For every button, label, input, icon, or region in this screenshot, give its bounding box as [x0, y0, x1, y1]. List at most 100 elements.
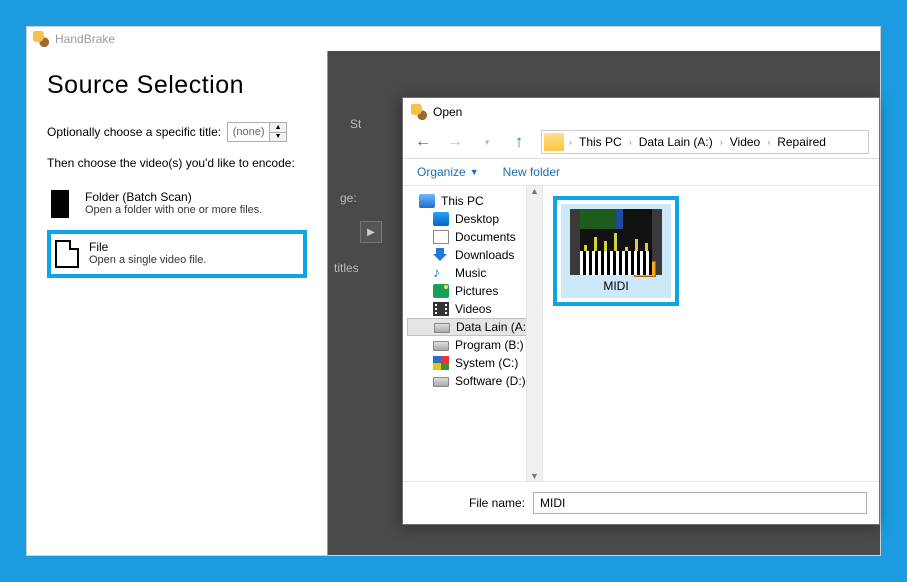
- handbrake-window: HandBrake Source Selection Optionally ch…: [26, 26, 881, 556]
- organize-label: Organize: [417, 165, 466, 179]
- chevron-right-icon: ›: [626, 137, 635, 147]
- thumbnail-bars: [580, 229, 652, 251]
- nav-back-button[interactable]: ←: [413, 133, 433, 151]
- title-spinner[interactable]: (none) ▲ ▼: [227, 122, 287, 142]
- drive-icon: [433, 341, 449, 351]
- chevron-up-icon: ▲: [530, 186, 539, 196]
- dialog-title-bar: Open: [403, 98, 879, 126]
- breadcrumb[interactable]: › This PC › Data Lain (A:) › Video › Rep…: [541, 130, 869, 154]
- file-open-dialog: Open ← → ▾ ↑ › This PC › Data Lain (A:) …: [402, 97, 880, 525]
- source-selection-pane: Source Selection Optionally choose a spe…: [27, 51, 327, 555]
- chevron-right-icon: ›: [566, 137, 575, 147]
- nav-tree: This PC Desktop Documents Downloads ♪ Music Pi…: [403, 186, 543, 481]
- tree-item-program-b-[interactable]: Program (B:): [407, 336, 542, 354]
- doc-icon: [433, 230, 449, 244]
- codec-badge: 321: [634, 261, 656, 277]
- tree-item-label: Data Lain (A:): [456, 320, 530, 334]
- tree-item-label: Music: [455, 266, 486, 280]
- breadcrumb-item[interactable]: Video: [726, 135, 764, 149]
- folder-option-title: Folder (Batch Scan): [85, 190, 262, 204]
- video-thumbnail: 321: [570, 209, 662, 275]
- dialog-footer: File name:: [403, 481, 879, 524]
- tree-item-system-c-[interactable]: System (C:): [407, 354, 542, 372]
- tree-item-pictures[interactable]: Pictures: [407, 282, 542, 300]
- folder-icon: [51, 190, 75, 218]
- nav-history-dropdown[interactable]: ▾: [477, 137, 497, 148]
- tree-item-desktop[interactable]: Desktop: [407, 210, 542, 228]
- tree-item-label: Documents: [455, 230, 516, 244]
- tree-item-label: Downloads: [455, 248, 514, 262]
- bg-label-age: ge:: [340, 191, 357, 205]
- bg-label-titles: titles: [334, 261, 359, 275]
- title-spinner-value: (none): [228, 123, 270, 141]
- tree-item-software-d-[interactable]: Software (D:): [407, 372, 542, 390]
- tree-item-downloads[interactable]: Downloads: [407, 246, 542, 264]
- tree-item-label: System (C:): [455, 356, 518, 370]
- file-item-name: MIDI: [566, 279, 666, 293]
- tree-item-label: Desktop: [455, 212, 499, 226]
- tree-item-label: Program (B:): [455, 338, 524, 352]
- tree-item-label: Software (D:): [455, 374, 526, 388]
- title-chooser-label: Optionally choose a specific title:: [47, 125, 221, 139]
- folder-option-text: Folder (Batch Scan) Open a folder with o…: [85, 190, 262, 216]
- filename-label: File name:: [469, 496, 525, 510]
- down-icon: [433, 248, 449, 262]
- organize-button[interactable]: Organize ▼: [417, 165, 479, 179]
- tree-item-label: Pictures: [455, 284, 498, 298]
- title-spinner-arrows[interactable]: ▲ ▼: [270, 123, 286, 141]
- breadcrumb-item[interactable]: Data Lain (A:): [635, 135, 717, 149]
- pic-icon: [433, 284, 449, 298]
- dialog-toolbar: Organize ▼ New folder: [403, 159, 879, 186]
- chevron-down-icon: ▼: [530, 471, 539, 481]
- title-bar: HandBrake: [27, 27, 880, 51]
- file-icon: [55, 240, 79, 268]
- music-icon: ♪: [433, 266, 449, 280]
- handbrake-icon: [411, 104, 427, 120]
- chevron-right-icon: ›: [717, 137, 726, 147]
- folder-option[interactable]: Folder (Batch Scan) Open a folder with o…: [47, 184, 307, 224]
- handbrake-icon: [33, 31, 49, 47]
- file-item-highlight: 321 MIDI: [553, 196, 679, 306]
- chevron-up-icon[interactable]: ▲: [270, 123, 286, 133]
- source-heading: Source Selection: [47, 71, 307, 100]
- drive-icon: [434, 323, 450, 333]
- nav-forward-button[interactable]: →: [445, 133, 465, 151]
- chevron-down-icon: ▼: [470, 167, 479, 177]
- tree-scrollbar[interactable]: ▲ ▼: [526, 186, 542, 481]
- bg-ghost-button: ▶: [360, 221, 382, 243]
- file-option-title: File: [89, 240, 206, 254]
- vid-icon: [433, 302, 449, 316]
- tree-item-documents[interactable]: Documents: [407, 228, 542, 246]
- breadcrumb-item[interactable]: This PC: [575, 135, 626, 149]
- dialog-body: This PC Desktop Documents Downloads ♪ Music Pi…: [403, 186, 879, 481]
- file-item[interactable]: 321 MIDI: [561, 204, 671, 298]
- drive-icon: [433, 377, 449, 387]
- folder-icon: [544, 133, 564, 151]
- bg-label-stack: St: [350, 117, 361, 131]
- desk-icon: [433, 212, 449, 226]
- file-option-text: File Open a single video file.: [89, 240, 206, 266]
- filename-input[interactable]: [533, 492, 867, 514]
- tree-item-this-pc[interactable]: This PC: [407, 192, 542, 210]
- tree-item-label: This PC: [441, 194, 484, 208]
- tree-item-label: Videos: [455, 302, 491, 316]
- breadcrumb-item[interactable]: Repaired: [773, 135, 830, 149]
- nav-up-button[interactable]: ↑: [509, 132, 529, 152]
- file-list-pane[interactable]: 321 MIDI: [543, 186, 879, 481]
- chevron-right-icon: ›: [764, 137, 773, 147]
- folder-option-desc: Open a folder with one or more files.: [85, 204, 262, 216]
- file-option[interactable]: File Open a single video file.: [47, 230, 307, 278]
- tree-item-videos[interactable]: Videos: [407, 300, 542, 318]
- file-option-desc: Open a single video file.: [89, 254, 206, 266]
- sys-icon: [433, 356, 449, 370]
- dialog-nav-bar: ← → ▾ ↑ › This PC › Data Lain (A:) › Vid…: [403, 126, 879, 159]
- new-folder-button[interactable]: New folder: [503, 165, 560, 179]
- dialog-title: Open: [433, 105, 462, 119]
- encode-instruction: Then choose the video(s) you'd like to e…: [47, 156, 307, 170]
- window-title: HandBrake: [55, 32, 115, 46]
- tree-item-data-lain-a-[interactable]: Data Lain (A:): [407, 318, 542, 336]
- tree-item-music[interactable]: ♪ Music: [407, 264, 542, 282]
- title-chooser-row: Optionally choose a specific title: (non…: [47, 122, 307, 142]
- pc-icon: [419, 194, 435, 208]
- chevron-down-icon[interactable]: ▼: [270, 133, 286, 142]
